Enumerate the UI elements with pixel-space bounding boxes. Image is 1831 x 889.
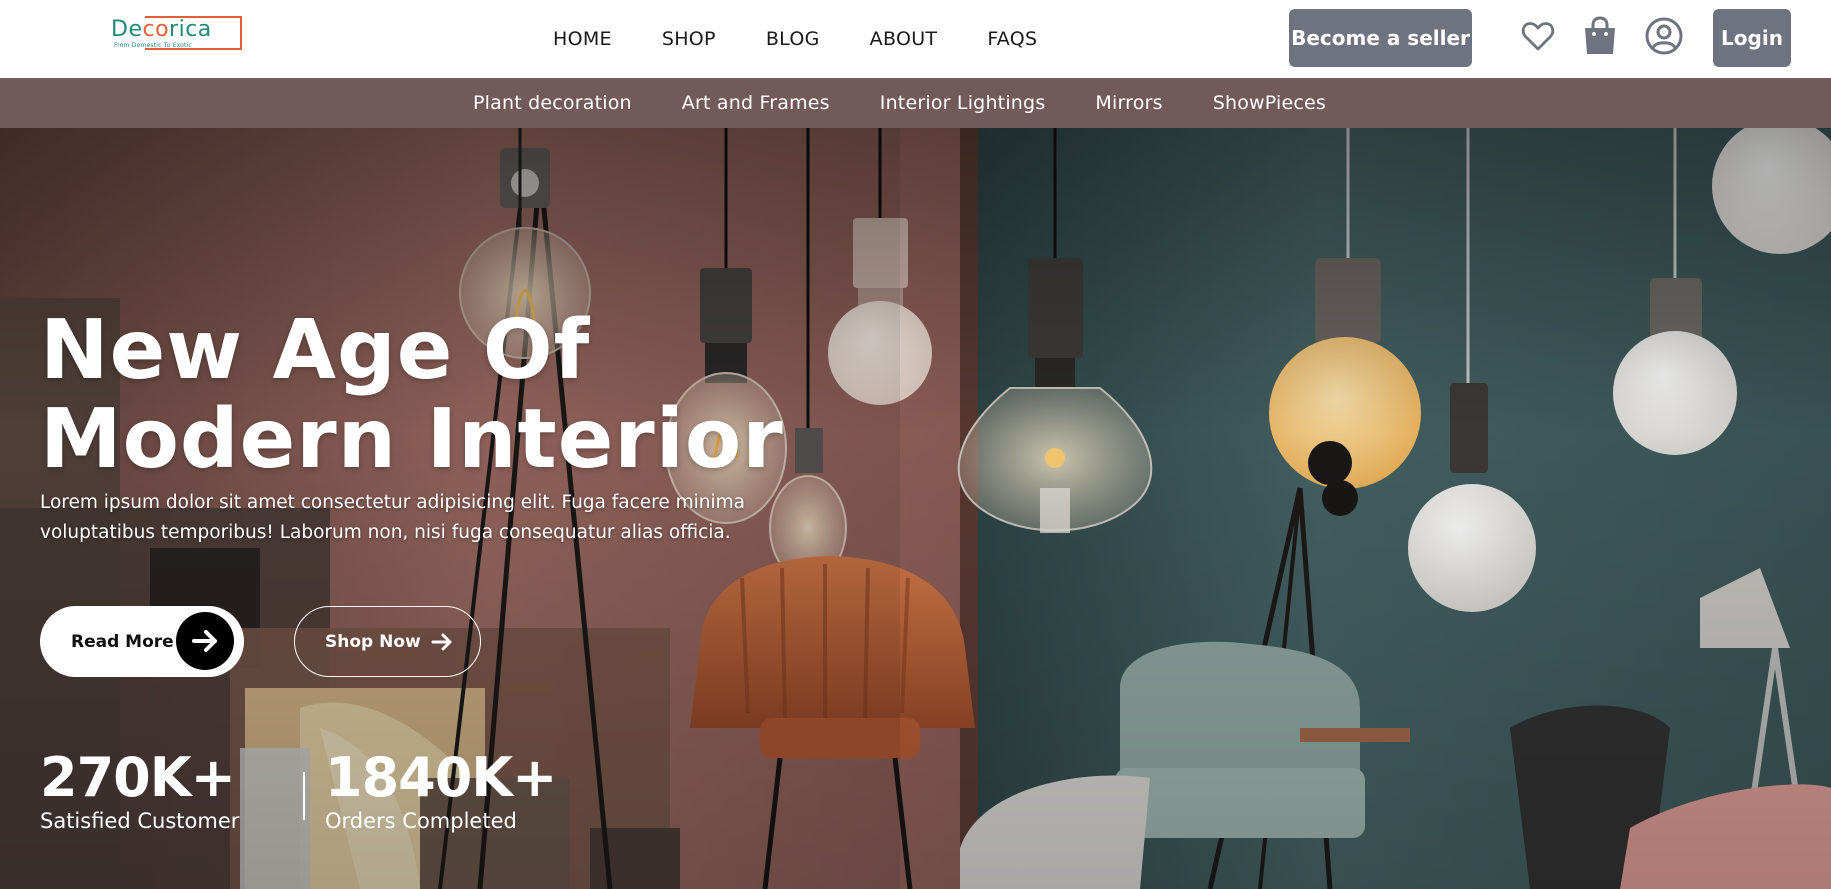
brand-logo[interactable]: Decorica From Domestic To Exotic <box>111 15 243 52</box>
user-account-icon <box>1645 17 1683 55</box>
become-seller-button[interactable]: Become a seller <box>1289 9 1472 67</box>
shopping-bag-icon <box>1585 16 1615 54</box>
stat-caption: Orders Completed <box>325 809 517 833</box>
login-button[interactable]: Login <box>1713 9 1791 67</box>
nav-faqs[interactable]: FAQS <box>987 28 1037 50</box>
stats-divider <box>303 772 305 820</box>
category-mirrors[interactable]: Mirrors <box>1095 92 1162 114</box>
stat-value: 1840K+ <box>325 746 557 809</box>
wishlist-button[interactable] <box>1516 14 1560 58</box>
logo-tagline: From Domestic To Exotic <box>114 42 192 49</box>
category-showpieces[interactable]: ShowPieces <box>1213 92 1326 114</box>
hero-banner: New Age Of Modern Interior Lorem ipsum d… <box>0 128 1831 889</box>
shop-now-label: Shop Now <box>325 631 421 652</box>
hero-title-line2: Modern Interior <box>40 392 784 487</box>
heart-icon <box>1521 22 1555 51</box>
hero-title: New Age Of Modern Interior <box>40 306 784 484</box>
read-more-label: Read More <box>71 631 174 652</box>
logo-wordmark: Decorica <box>111 17 212 42</box>
category-interior-lightings[interactable]: Interior Lightings <box>880 92 1046 114</box>
nav-shop[interactable]: SHOP <box>662 28 716 50</box>
cart-button[interactable] <box>1578 14 1622 58</box>
main-nav: HOME SHOP BLOG ABOUT FAQS <box>553 0 1087 78</box>
stat-orders-completed: 1840K+ Orders Completed <box>325 746 557 834</box>
shop-now-button[interactable]: Shop Now <box>294 606 481 677</box>
category-plant-decoration[interactable]: Plant decoration <box>473 92 632 114</box>
stat-value: 270K+ <box>40 746 236 809</box>
account-button[interactable] <box>1642 14 1686 58</box>
read-more-button[interactable]: Read More <box>40 606 244 677</box>
stat-caption: Satisfied Customer <box>40 809 240 833</box>
site-header: Decorica From Domestic To Exotic HOME SH… <box>0 0 1831 78</box>
hero-description: Lorem ipsum dolor sit amet consectetur a… <box>40 492 746 543</box>
category-art-and-frames[interactable]: Art and Frames <box>682 92 830 114</box>
nav-blog[interactable]: BLOG <box>766 28 820 50</box>
arrow-right-circle-icon <box>176 612 234 670</box>
nav-about[interactable]: ABOUT <box>870 28 938 50</box>
category-bar: Plant decoration Art and Frames Interior… <box>0 78 1831 128</box>
stat-satisfied-customers: 270K+ Satisfied Customer <box>40 748 239 834</box>
nav-home[interactable]: HOME <box>553 28 612 50</box>
arrow-right-icon <box>431 632 453 652</box>
hero-title-line1: New Age Of <box>40 303 591 398</box>
